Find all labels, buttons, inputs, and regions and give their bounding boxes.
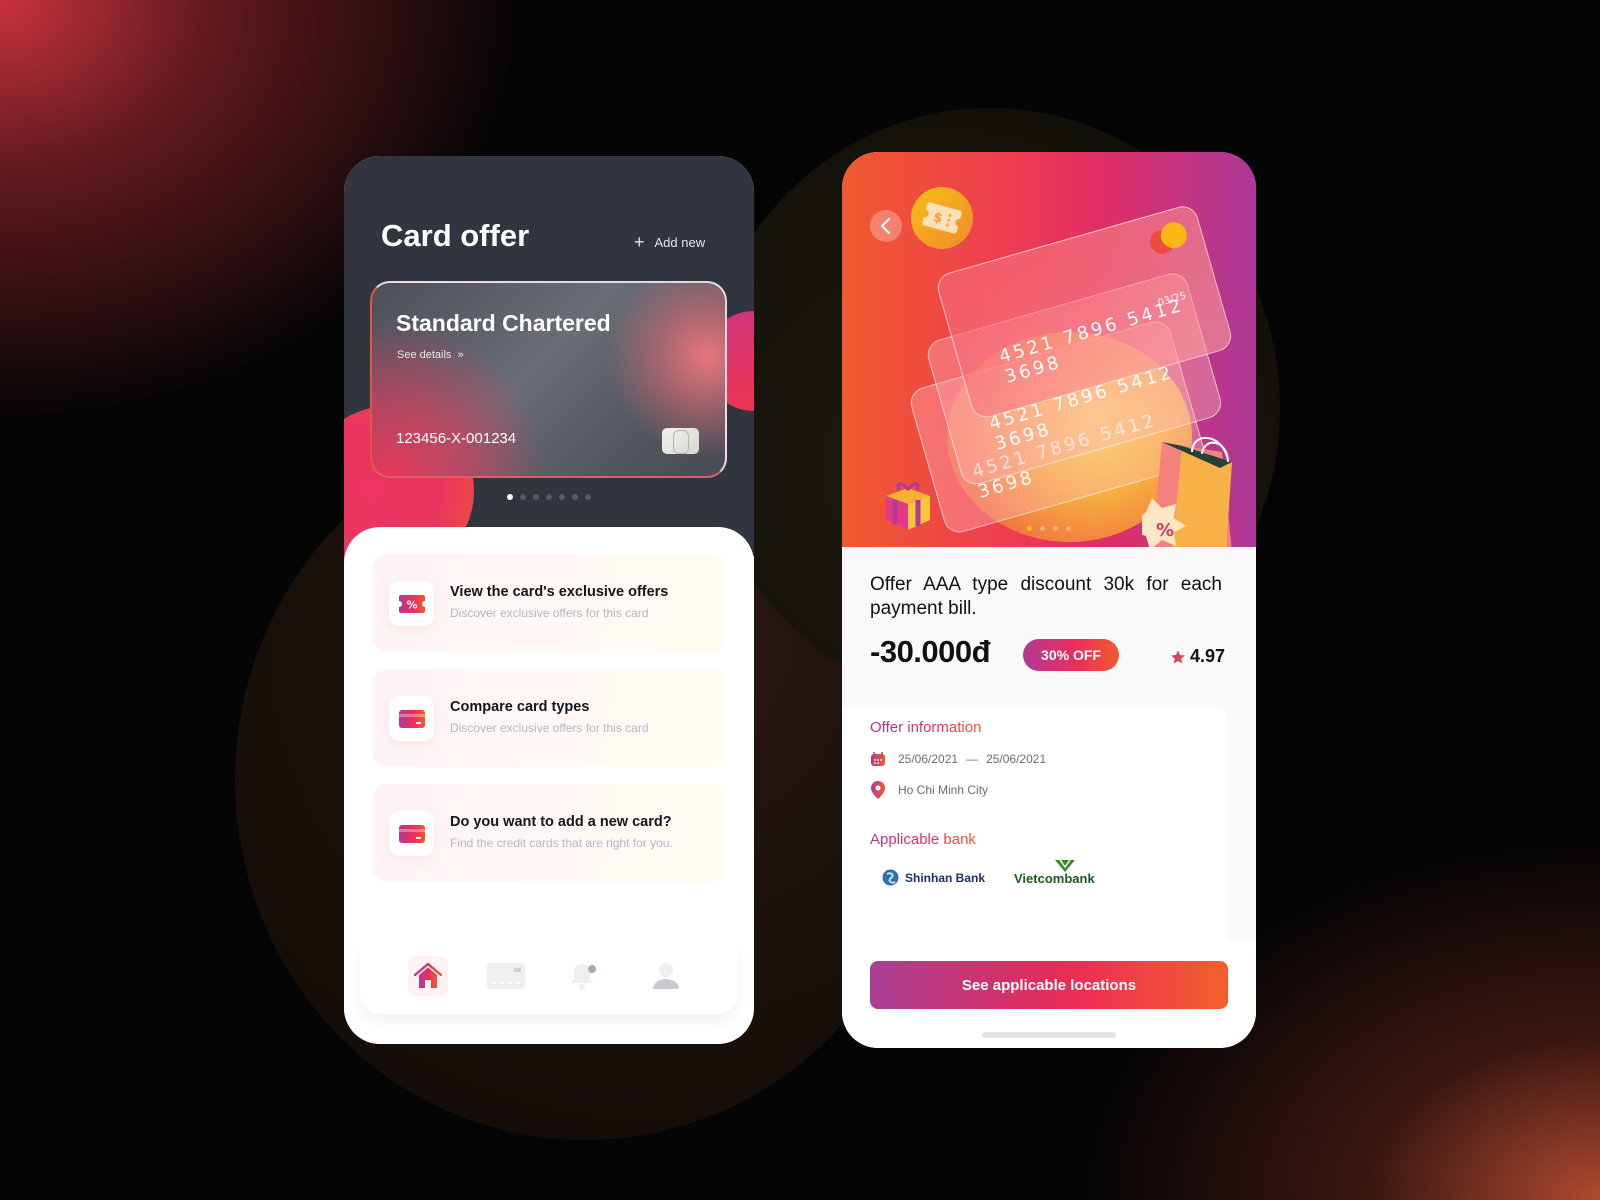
option-exclusive-offers[interactable]: % View the card's exclusive offers Disco… [372,554,726,652]
option-subtitle: Discover exclusive offers for this card [450,606,649,620]
offer-detail-screen: 4521 7896 5412 3698 4521 7896 5412 3698 … [842,152,1256,1048]
page-title: Card offer [381,218,530,253]
nav-home[interactable] [408,956,448,996]
offer-hero-banner: 4521 7896 5412 3698 4521 7896 5412 3698 … [842,152,1256,547]
offer-title: Offer AAA type discount 30k for each pay… [870,574,1222,619]
nav-notifications[interactable] [564,956,604,996]
carousel-dot[interactable] [585,494,591,500]
bank-card[interactable]: Standard Chartered See details » 123456-… [370,281,727,478]
carousel-dot[interactable] [1040,526,1045,531]
rating-value: 4.97 [1190,646,1226,666]
discount-price: -30.000đ [870,634,991,669]
card-number: 123456-X-001234 [396,430,517,447]
credit-card-icon [389,811,434,856]
location-pin-icon [871,781,885,799]
card-offer-screen: Card offer + Add new Standard Chartered … [344,156,754,1044]
bank-logo-vietcombank[interactable]: Vietcombank [1014,859,1095,886]
carousel-dot[interactable] [1053,526,1058,531]
hero-carousel-indicator [842,526,1256,531]
offer-end-date: 25/06/2021 [986,752,1047,766]
nav-cards[interactable] [486,956,526,996]
bottom-navigation [360,946,738,1014]
plus-icon: + [634,232,645,252]
svg-text:%: % [406,598,417,611]
option-title: Compare card types [450,699,590,715]
calendar-icon [871,752,885,766]
option-subtitle: Find the credit cards that are right for… [450,836,673,850]
card-carousel-indicator [344,494,754,500]
card-chip-icon [662,428,699,454]
option-add-new-card[interactable]: Do you want to add a new card? Find the … [372,784,726,882]
coupon-percent-icon: % [389,581,434,626]
see-details-label: See details [397,349,452,361]
header-area: Card offer + Add new Standard Chartered … [344,156,754,576]
carousel-dot[interactable] [507,494,513,500]
see-details-link[interactable]: See details » [397,349,464,361]
location-text: Ho Chi Minh City [898,783,989,797]
add-new-button[interactable]: + Add new [634,233,705,251]
card-bank-name: Standard Chartered [396,310,611,336]
add-new-label: Add new [654,234,706,250]
credit-card-icon [487,963,525,989]
credit-card-icon [389,696,434,741]
bank-logo-shinhan[interactable]: Shinhan Bank [882,869,985,886]
nav-profile[interactable] [646,956,686,996]
see-applicable-locations-button[interactable]: See applicable locations [870,961,1228,1009]
option-title: Do you want to add a new card? [450,814,672,830]
carousel-dot[interactable] [572,494,578,500]
home-indicator [982,1032,1116,1038]
shinhan-logo-icon [882,869,899,886]
star-icon [1171,649,1185,664]
date-separator: — [966,752,979,766]
offer-information-heading: Offer information [870,719,982,736]
bank-name: Shinhan Bank [905,870,986,885]
double-chevron-right-icon: » [457,349,464,361]
offer-location: Ho Chi Minh City [870,781,988,799]
carousel-dot[interactable] [533,494,539,500]
carousel-dot[interactable] [520,494,526,500]
option-compare-card-types[interactable]: Compare card types Discover exclusive of… [372,669,726,767]
chevron-left-icon [880,218,890,234]
option-title: View the card's exclusive offers [450,584,669,600]
gift-box-icon [886,482,930,530]
rating: 4.97 [1170,646,1225,667]
ticket-dollar-icon: $ [911,187,973,249]
offer-date-range: 25/06/2021 — 25/06/2021 [870,751,1046,767]
carousel-dot[interactable] [559,494,565,500]
bell-icon [571,964,596,990]
offer-start-date: 25/06/2021 [898,752,959,766]
offer-info-card: Offer information 25/06/2021 — 25/06/202… [842,707,1228,947]
carousel-dot[interactable] [1027,526,1032,531]
home-icon [414,963,442,988]
back-button[interactable] [870,210,902,242]
applicable-bank-heading: Applicable bank [870,831,976,848]
carousel-dot[interactable] [546,494,552,500]
option-subtitle: Discover exclusive offers for this card [450,721,649,735]
user-icon [653,963,679,989]
discount-badge: 30% OFF [1023,639,1119,671]
bank-name: Vietcombank [1014,871,1095,886]
carousel-dot[interactable] [1066,526,1071,531]
